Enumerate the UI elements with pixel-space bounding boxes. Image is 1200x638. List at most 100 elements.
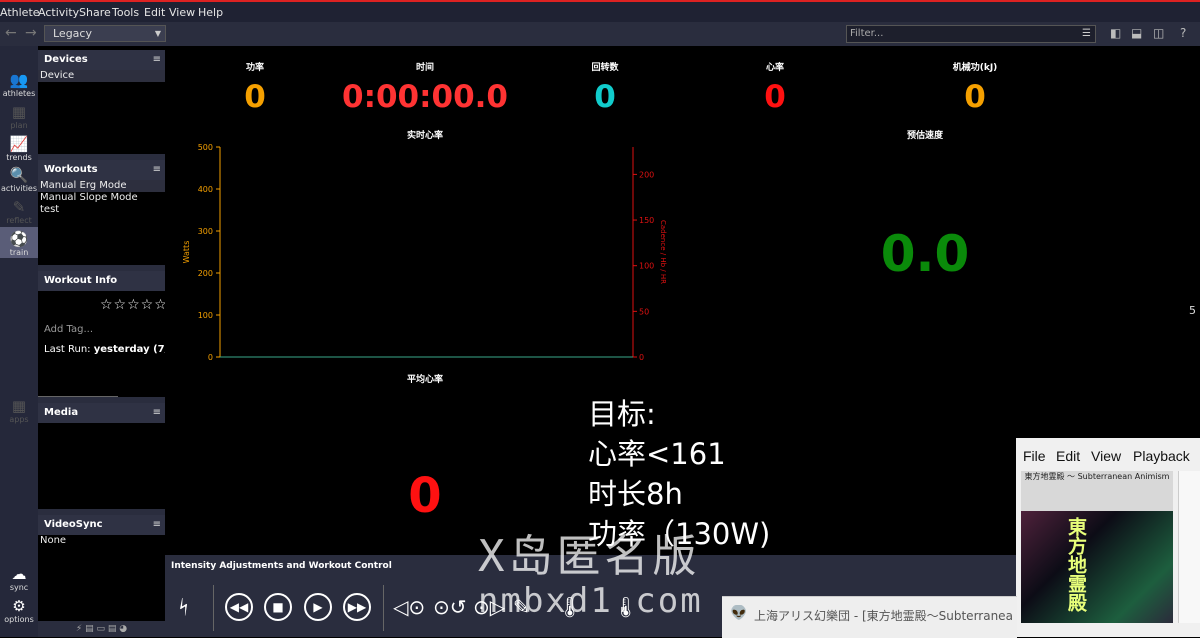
list-item[interactable]: test (38, 204, 165, 216)
sidebar-label: options (4, 615, 34, 624)
panel-title: Devices (44, 54, 88, 65)
panel-title: Workout Info (44, 275, 118, 286)
panel-menu-icon[interactable]: ≡ (153, 403, 161, 423)
y2-tick-label: 200 (639, 170, 654, 179)
power-label: 功率 (245, 63, 264, 73)
player-menu-edit[interactable]: Edit (1056, 448, 1080, 464)
apps-icon: ▦ (11, 397, 27, 415)
menu-share[interactable]: Share (79, 6, 111, 19)
sidebar-item-athletes[interactable]: 👥 athletes (0, 72, 38, 99)
sidebar-item-plan[interactable]: ▦ plan (0, 103, 38, 131)
avg-hr-title: 平均心率 (406, 375, 443, 385)
sidebar-item-sync[interactable]: ☁ sync (0, 565, 38, 593)
menu-bar: Athlete Activity Share Tools Edit View H… (0, 0, 1200, 22)
target-line: 时长8h (588, 477, 683, 511)
y-tick-label: 200 (198, 269, 213, 278)
player-menu-playback[interactable]: Playback (1133, 448, 1190, 464)
speed-title: 预估速度 (906, 131, 943, 141)
filter-input[interactable]: Filter... ☰ (846, 25, 1096, 43)
list-item[interactable]: Manual Slope Mode (38, 192, 165, 204)
bottom-panel-toggle-icon[interactable]: ⬓ (1131, 26, 1142, 40)
control-bar-title: Intensity Adjustments and Workout Contro… (171, 561, 392, 571)
workouts-panel-header: Workouts ≡ (38, 160, 165, 180)
lap-icon[interactable]: ⊙↺ (433, 593, 467, 621)
cadence-label: 回转数 (591, 63, 619, 73)
menu-view[interactable]: View (169, 6, 195, 19)
menu-activity[interactable]: Activity (38, 6, 79, 19)
album-art: 東方地霊殿 ～ Subterranean Animism 東方地霊殿 (1021, 471, 1173, 623)
target-line: 心率<161 (588, 437, 726, 471)
player-menu-file[interactable]: File (1023, 448, 1046, 464)
list-item[interactable]: Manual Erg Mode (38, 180, 165, 192)
panel-footer-icons[interactable]: ⚡ ▤ ▭ ▤ ◕ (38, 621, 165, 637)
last-run-label: Last Run: (44, 344, 91, 355)
rating-stars[interactable]: ☆☆☆☆☆ (100, 297, 168, 313)
back-arrow-icon[interactable]: ← (5, 25, 17, 41)
sidebar-label: train (9, 248, 29, 257)
sidebar-item-options[interactable]: ⚙ options (0, 598, 38, 625)
media-panel-header: Media ≡ (38, 403, 165, 423)
add-tag-input[interactable]: Add Tag... (44, 324, 93, 335)
play-button[interactable]: ▶ (304, 593, 332, 621)
panel-title: Workouts (44, 164, 98, 175)
menu-athlete[interactable]: Athlete (0, 6, 40, 19)
heart-rate-value: 0 (764, 79, 786, 115)
divider (383, 585, 384, 631)
devices-panel-header: Devices ≡ (38, 50, 165, 70)
toolbar: ← → Legacy ▼ Filter... ☰ ◧ ⬓ ◫ ? (0, 22, 1200, 46)
sidebar-label: activities (0, 184, 38, 193)
sidebar-item-reflect[interactable]: ✎ reflect (0, 199, 38, 226)
devices-list: Device (38, 70, 165, 154)
sidebar-item-train[interactable]: ⚽ train (0, 227, 38, 258)
edge-marker: 5 (1189, 304, 1196, 317)
sync-icon: ☁ (11, 565, 27, 583)
panel-menu-icon[interactable]: ≡ (153, 160, 161, 180)
panel-menu-icon[interactable]: ≡ (153, 515, 161, 535)
sidebar-label: apps (9, 415, 29, 424)
menu-edit[interactable]: Edit (144, 6, 165, 19)
sidebar-label: sync (9, 583, 29, 592)
filter-menu-icon[interactable]: ☰ (1082, 26, 1091, 42)
time-label: 时间 (415, 63, 434, 73)
sidebar-label: athletes (2, 89, 36, 98)
panel-menu-icon[interactable]: ≡ (153, 50, 161, 70)
player-menu-view[interactable]: View (1091, 448, 1121, 464)
lap-back-icon[interactable]: ◁⊙ (393, 593, 425, 621)
y-tick-label: 300 (198, 227, 213, 236)
list-item[interactable]: Device (38, 70, 165, 82)
player-side-panel (1178, 471, 1200, 623)
stop-button[interactable]: ■ (264, 593, 292, 621)
y-tick-label: 0 (208, 353, 213, 362)
y-tick-label: 100 (198, 311, 213, 320)
sidebar-toggle-icon[interactable]: ◧ (1110, 26, 1121, 40)
sidebar-item-activities[interactable]: 🔍 activities (0, 166, 38, 194)
help-button[interactable]: ? (1180, 26, 1186, 40)
activities-icon: 🔍 (9, 166, 29, 184)
menu-tools[interactable]: Tools (112, 6, 139, 19)
plan-icon: ▦ (11, 103, 27, 121)
left-sidebar: 👥 athletes ▦ plan 📈 trends 🔍 activities ✎ ref… (0, 46, 38, 637)
cadence-value: 0 (594, 79, 616, 115)
y2-axis-label: Cadence / Hb / HR (659, 220, 667, 284)
chart-title: 实时心率 (406, 131, 443, 141)
sidebar-label: reflect (6, 216, 32, 225)
album-kanji: 東方地霊殿 (1065, 517, 1087, 612)
fast-forward-button[interactable]: ▶▶ (343, 593, 371, 621)
track-title-bar: 👽 上海アリス幻樂団 - [東方地霊殿～Subterranean (722, 596, 1017, 638)
view-mode-select[interactable]: Legacy ▼ (44, 25, 166, 42)
last-run: Last Run: yesterday (7/6/2 (44, 344, 165, 355)
work-kj-label: 机械功(kJ) (952, 63, 998, 73)
rewind-button[interactable]: ◀◀ (225, 593, 253, 621)
sidebar-label: plan (10, 121, 28, 130)
panel-title: Media (44, 407, 79, 418)
layout-split-icon[interactable]: ◫ (1153, 26, 1164, 40)
play-icon: ▶ (313, 600, 323, 614)
connect-plug-icon[interactable]: ⚡ (169, 592, 199, 622)
forward-arrow-icon[interactable]: → (25, 25, 37, 41)
sidebar-item-apps[interactable]: ▦ apps (0, 397, 38, 425)
list-item[interactable]: None (38, 535, 165, 547)
time-value: 0:00:00.0 (342, 79, 508, 115)
sidebar-item-trends[interactable]: 📈 trends (0, 136, 38, 163)
menu-help[interactable]: Help (198, 6, 223, 19)
heart-rate-label: 心率 (765, 63, 784, 73)
